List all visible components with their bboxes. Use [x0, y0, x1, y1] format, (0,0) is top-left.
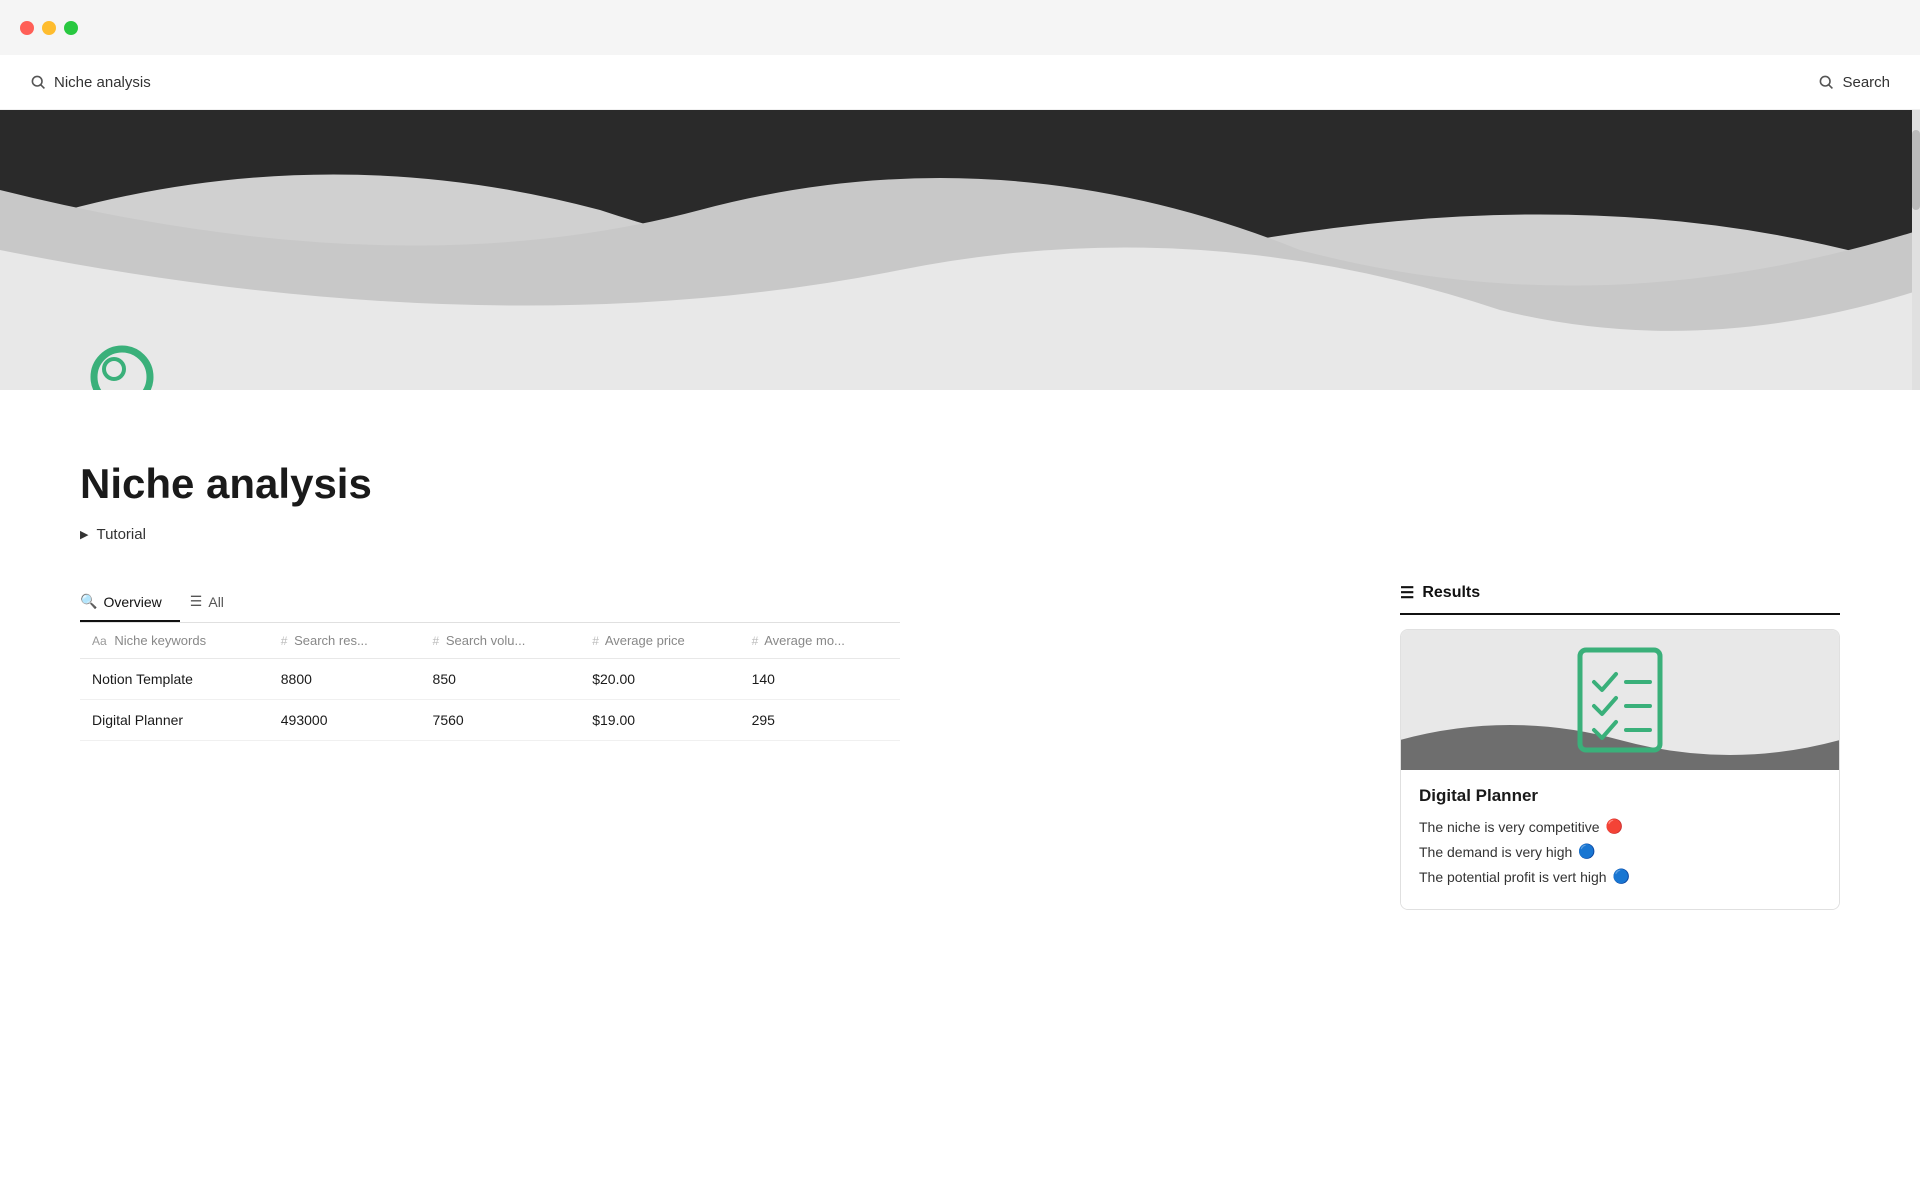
results-label: Results: [1422, 584, 1480, 602]
card-item-1-emoji: 🔴: [1606, 818, 1623, 835]
search-icon: [30, 74, 46, 90]
card-item-3-emoji: 🔵: [1613, 868, 1630, 885]
maximize-button[interactable]: [64, 21, 78, 35]
col-niche-keywords: Aa Niche keywords: [80, 623, 269, 659]
hamburger-icon: ☰: [1400, 583, 1414, 603]
magnifier-icon: [80, 335, 180, 390]
result-card[interactable]: Digital Planner The niche is very compet…: [1400, 629, 1840, 910]
all-tab-icon: ☰: [190, 593, 203, 610]
overview-tab-icon: 🔍: [80, 593, 97, 610]
table-row[interactable]: Notion Template 8800 850 $20.00 140: [80, 659, 900, 700]
row2-avg-price: $19.00: [580, 700, 739, 741]
col-avg-monthly-label: Average mo...: [764, 633, 845, 648]
top-navigation: Niche analysis Search: [0, 55, 1920, 110]
col-avg-price-label: Average price: [605, 633, 685, 648]
search-button[interactable]: Search: [1818, 74, 1890, 91]
col-search-results: # Search res...: [269, 623, 421, 659]
search-icon-right: [1818, 74, 1834, 90]
tutorial-label: Tutorial: [96, 526, 145, 543]
search-label: Search: [1842, 74, 1890, 91]
scrollbar[interactable]: [1912, 110, 1920, 390]
card-item-3: The potential profit is vert high 🔵: [1419, 868, 1821, 885]
row1-avg-price: $20.00: [580, 659, 739, 700]
row1-keyword: Notion Template: [80, 659, 269, 700]
row1-avg-monthly: 140: [740, 659, 900, 700]
close-button[interactable]: [20, 21, 34, 35]
all-tab-label: All: [208, 594, 224, 610]
traffic-lights: [20, 21, 78, 35]
page-icon: [80, 335, 180, 390]
row1-search-volume: 850: [421, 659, 581, 700]
col-search-volume: # Search volu...: [421, 623, 581, 659]
right-panel: ☰ Results: [1400, 583, 1840, 910]
row2-avg-monthly: 295: [740, 700, 900, 741]
titlebar: [0, 0, 1920, 55]
nav-page-title: Niche analysis: [54, 74, 151, 91]
card-item-1: The niche is very competitive 🔴: [1419, 818, 1821, 835]
col-avg-monthly: # Average mo...: [740, 623, 900, 659]
col-search-results-label: Search res...: [294, 633, 368, 648]
minimize-button[interactable]: [42, 21, 56, 35]
left-panel: 🔍 Overview ☰ All Aa Niche keywords: [80, 583, 1340, 741]
card-item-1-text: The niche is very competitive: [1419, 819, 1600, 835]
card-item-2: The demand is very high 🔵: [1419, 843, 1821, 860]
col-avg-price: # Average price: [580, 623, 739, 659]
card-item-2-emoji: 🔵: [1578, 843, 1595, 860]
results-header: ☰ Results: [1400, 583, 1840, 615]
triangle-icon: ▶: [80, 528, 88, 541]
table-row[interactable]: Digital Planner 493000 7560 $19.00 295: [80, 700, 900, 741]
hero-wave-svg: [0, 110, 1920, 390]
row2-search-volume: 7560: [421, 700, 581, 741]
main-content: Niche analysis ▶ Tutorial 🔍 Overview ☰ A…: [0, 390, 1920, 950]
row2-keyword: Digital Planner: [80, 700, 269, 741]
row1-search-results: 8800: [269, 659, 421, 700]
col-niche-keywords-label: Niche keywords: [114, 633, 206, 648]
checklist-icon: [1560, 640, 1680, 760]
card-item-2-text: The demand is very high: [1419, 844, 1572, 860]
overview-tab-label: Overview: [103, 594, 161, 610]
tab-all[interactable]: ☰ All: [190, 583, 242, 622]
data-table: Aa Niche keywords # Search res... # Sear…: [80, 623, 900, 741]
tabs-row: 🔍 Overview ☰ All: [80, 583, 900, 623]
row2-search-results: 493000: [269, 700, 421, 741]
layout-container: 🔍 Overview ☰ All Aa Niche keywords: [80, 583, 1840, 910]
card-title: Digital Planner: [1419, 786, 1821, 806]
hero-banner: [0, 110, 1920, 390]
col-search-volume-label: Search volu...: [446, 633, 526, 648]
tab-overview[interactable]: 🔍 Overview: [80, 583, 180, 622]
tutorial-toggle[interactable]: ▶ Tutorial: [80, 526, 1840, 543]
card-body: Digital Planner The niche is very compet…: [1401, 770, 1839, 909]
scrollbar-thumb[interactable]: [1912, 130, 1920, 210]
table-header-row: Aa Niche keywords # Search res... # Sear…: [80, 623, 900, 659]
page-title: Niche analysis: [80, 460, 1840, 508]
card-item-3-text: The potential profit is vert high: [1419, 869, 1607, 885]
nav-page-link[interactable]: Niche analysis: [30, 74, 151, 91]
card-hero: [1401, 630, 1839, 770]
